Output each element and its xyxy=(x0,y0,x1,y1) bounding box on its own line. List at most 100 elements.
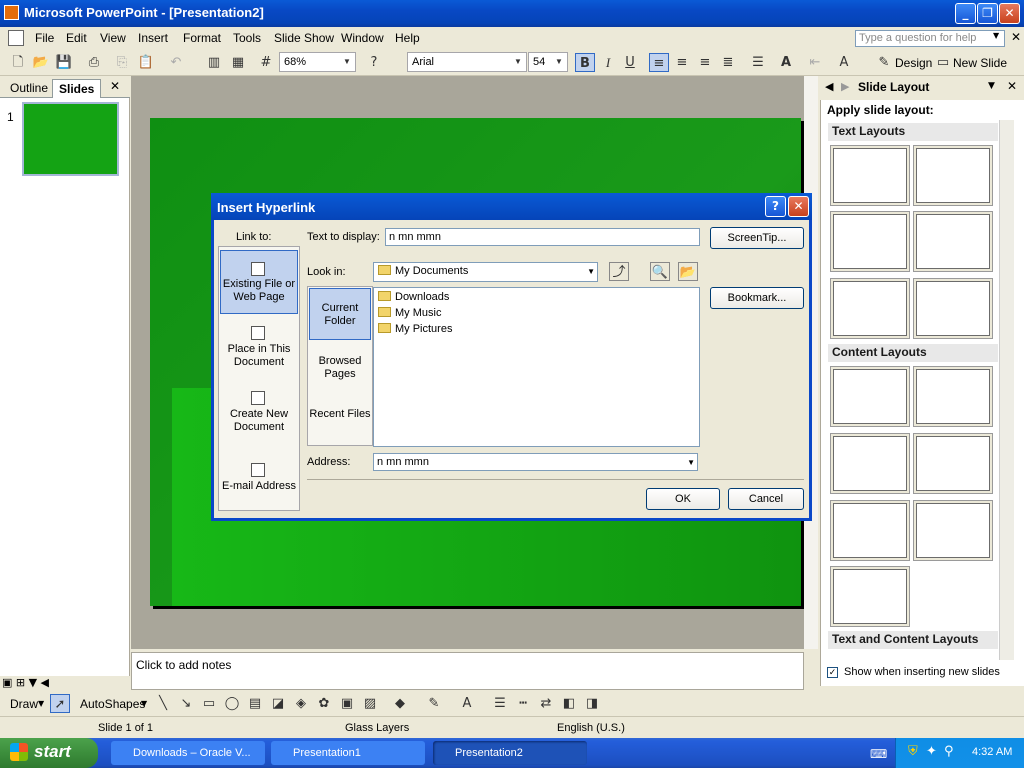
task-pane-scrollbar[interactable] xyxy=(999,120,1014,660)
address-input[interactable]: n mn mmn ▼ xyxy=(373,453,698,471)
font-size-select[interactable]: 54 ▼ xyxy=(528,52,568,72)
bullets-icon[interactable]: ☰ xyxy=(748,53,768,72)
help-icon[interactable]: ? xyxy=(364,53,384,72)
layout-title-content[interactable] xyxy=(833,436,907,491)
chart-icon[interactable]: ▥ xyxy=(204,53,224,72)
network-icon[interactable]: ✦ xyxy=(926,744,937,759)
search-icon[interactable]: ⚲ xyxy=(944,744,954,759)
bookmark-button[interactable]: Bookmark... xyxy=(710,287,804,309)
close-document-icon[interactable]: ✕ xyxy=(1011,30,1021,44)
menu-help[interactable]: Help xyxy=(395,31,420,45)
arrow-icon[interactable]: ↘ xyxy=(176,694,196,713)
layout-title-text[interactable] xyxy=(833,214,907,269)
view-buttons[interactable]: ▣ ⊞ ▼ ◀ xyxy=(2,676,128,690)
fill-color-icon[interactable]: ◆ xyxy=(390,694,410,713)
taskbar-item-presentation2[interactable]: Presentation2 xyxy=(433,741,587,765)
open-icon[interactable]: 📂 xyxy=(31,53,51,72)
design-button[interactable]: Design xyxy=(895,56,932,70)
ok-button[interactable]: OK xyxy=(646,488,720,510)
menu-tools[interactable]: Tools xyxy=(233,31,261,45)
arrow-style-icon[interactable]: ⇄ xyxy=(536,694,556,713)
select-pointer-icon[interactable]: ➚ xyxy=(50,694,70,713)
grid-icon[interactable]: # xyxy=(256,53,276,72)
new-icon[interactable]: 🗋 xyxy=(8,53,28,72)
up-folder-icon[interactable]: ⤴ xyxy=(609,262,629,281)
close-button[interactable]: ✕ xyxy=(999,3,1020,24)
slide-thumbnail[interactable] xyxy=(22,102,119,176)
layout-vertical-title-text[interactable] xyxy=(916,281,990,336)
textbox-icon[interactable]: ▤ xyxy=(245,694,265,713)
dialog-close-button[interactable]: ✕ xyxy=(788,196,809,217)
minimize-button[interactable]: _ xyxy=(955,3,976,24)
taskbar-item-presentation1[interactable]: Presentation1 xyxy=(271,741,425,765)
shadow-icon[interactable]: ◧ xyxy=(559,694,579,713)
align-right-icon[interactable]: ≡ xyxy=(695,53,715,72)
layout-title-slide[interactable] xyxy=(833,148,907,203)
dash-style-icon[interactable]: ┅ xyxy=(513,694,533,713)
align-left-icon[interactable]: ≡ xyxy=(649,53,669,72)
undo-icon[interactable]: ↶ xyxy=(166,53,186,72)
clipart-icon[interactable]: ✿ xyxy=(314,694,334,713)
menu-slide-show[interactable]: Slide Show xyxy=(274,31,334,45)
help-dropdown-icon[interactable]: ▼ xyxy=(993,31,999,40)
dialog-help-button[interactable]: ? xyxy=(765,196,786,217)
new-slide-button[interactable]: New Slide xyxy=(953,56,1007,70)
copy-icon[interactable]: ⎘ xyxy=(112,53,132,72)
new-slide-icon[interactable]: ▭ xyxy=(933,53,953,72)
font-color-icon[interactable]: A xyxy=(457,694,477,713)
draw-menu[interactable]: Draw xyxy=(10,697,38,711)
font-color-icon[interactable]: A xyxy=(834,53,854,72)
task-pane-menu-icon[interactable]: ▼ xyxy=(988,81,995,91)
link-existing-file[interactable]: Existing File or Web Page xyxy=(220,278,298,304)
font-grow-icon[interactable]: A xyxy=(776,53,796,72)
show-when-inserting-checkbox[interactable]: ✓ xyxy=(827,667,838,678)
link-create-new-document[interactable]: Create New Document xyxy=(220,408,298,434)
table-icon[interactable]: ▦ xyxy=(228,53,248,72)
paste-icon[interactable]: 📋 xyxy=(136,53,156,72)
line-color-icon[interactable]: ✎ xyxy=(424,694,444,713)
layout-content-over-content[interactable] xyxy=(916,503,990,558)
wordart-icon[interactable]: ◪ xyxy=(268,694,288,713)
forward-icon[interactable]: ▶ xyxy=(841,80,849,93)
distribute-icon[interactable]: ≣ xyxy=(718,53,738,72)
layout-two-column-text[interactable] xyxy=(916,214,990,269)
screentip-button[interactable]: ScreenTip... xyxy=(710,227,804,249)
layout-title-only[interactable] xyxy=(916,148,990,203)
menu-edit[interactable]: Edit xyxy=(66,31,87,45)
underline-button[interactable]: U xyxy=(620,53,640,72)
list-item[interactable]: My Pictures xyxy=(378,322,452,337)
indent-icon[interactable]: ⇤ xyxy=(805,53,825,72)
menu-window[interactable]: Window xyxy=(341,31,384,45)
taskbar-item-downloads[interactable]: Downloads – Oracle V... xyxy=(111,741,265,765)
text-to-display-input[interactable]: n mn mmn xyxy=(385,228,700,246)
layout-content[interactable] xyxy=(916,369,990,424)
browse-file-icon[interactable]: 📂 xyxy=(678,262,698,281)
line-style-icon[interactable]: ☰ xyxy=(490,694,510,713)
layout-vertical-text[interactable] xyxy=(833,281,907,336)
link-email-address[interactable]: E-mail Address xyxy=(220,480,298,493)
picture-icon[interactable]: ▣ xyxy=(337,694,357,713)
help-search-input[interactable]: Type a question for help xyxy=(855,30,1005,47)
browse-web-icon[interactable]: 🔍 xyxy=(650,262,670,281)
menu-insert[interactable]: Insert xyxy=(138,31,168,45)
chevron-down-icon[interactable]: ▼ xyxy=(687,455,695,471)
print-icon[interactable]: ⎙ xyxy=(84,53,104,72)
3d-icon[interactable]: ◨ xyxy=(582,694,602,713)
tab-outline[interactable]: Outline xyxy=(4,79,54,98)
italic-button[interactable]: I xyxy=(598,53,618,72)
bold-button[interactable]: B xyxy=(575,53,595,72)
save-icon[interactable]: 💾 xyxy=(54,53,74,72)
layout-two-content[interactable] xyxy=(916,436,990,491)
layout-blank[interactable] xyxy=(833,369,907,424)
autoshapes-menu[interactable]: AutoShapes xyxy=(80,697,145,711)
layout-title-four-content[interactable] xyxy=(833,569,907,624)
task-pane-close-icon[interactable]: ✕ xyxy=(1007,79,1017,93)
menu-file[interactable]: File xyxy=(35,31,54,45)
link-place-in-document[interactable]: Place in This Document xyxy=(220,343,298,369)
diagram-icon[interactable]: ◈ xyxy=(291,694,311,713)
zoom-select[interactable]: 68% ▼ xyxy=(279,52,356,72)
tab-slides[interactable]: Slides xyxy=(52,79,102,98)
keyboard-icon[interactable]: ⌨ xyxy=(870,747,887,761)
look-in-select[interactable]: My Documents ▼ xyxy=(373,262,598,282)
shield-icon[interactable]: ⛨ xyxy=(908,744,918,759)
